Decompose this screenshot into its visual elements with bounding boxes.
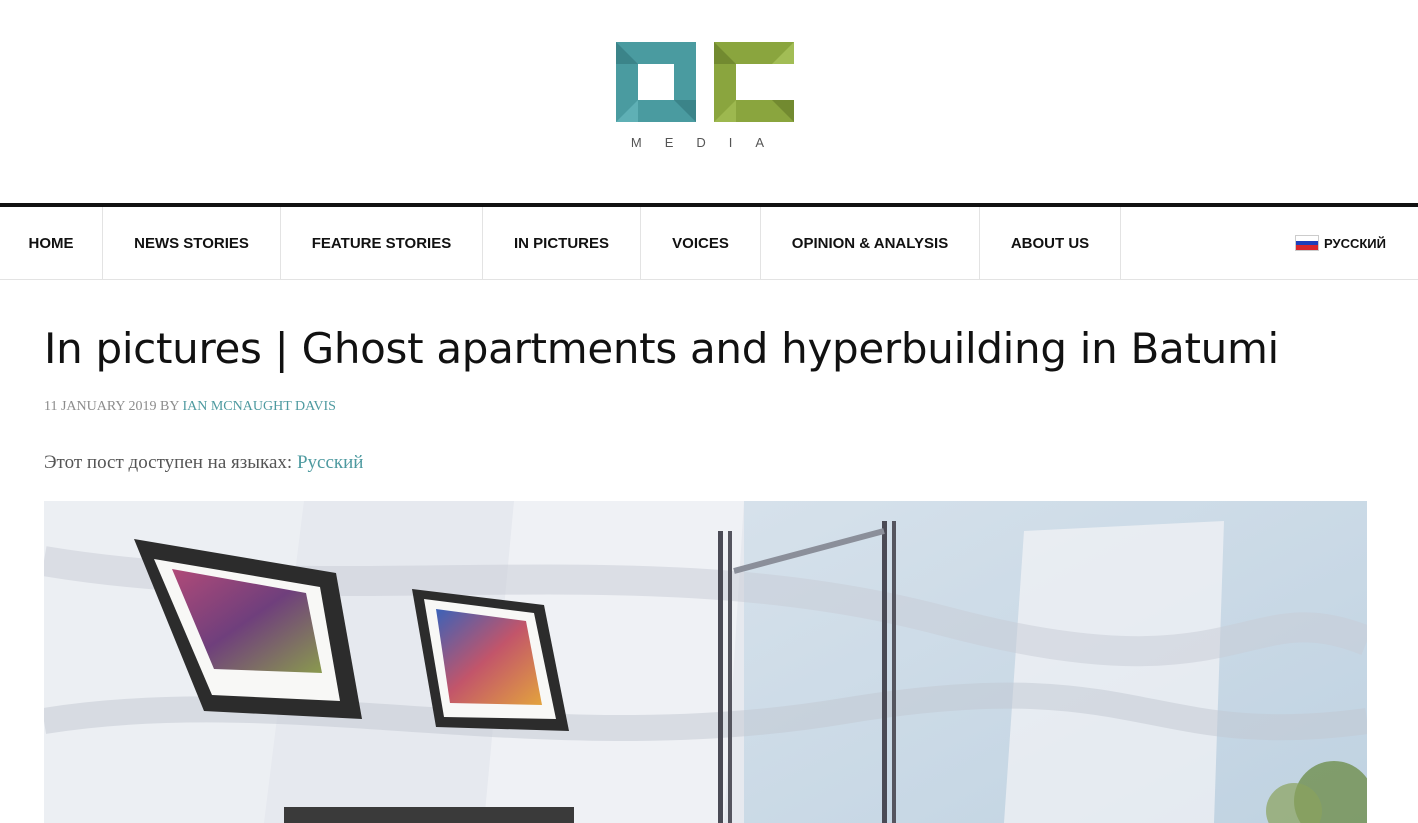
language-availability: Этот пост доступен на языках: Русский xyxy=(44,452,363,474)
main-navigation: HOME NEWS STORIES FEATURE STORIES IN PIC… xyxy=(0,207,1418,280)
language-switcher[interactable]: РУССКИЙ xyxy=(1295,207,1386,279)
logo-subtitle: MEDIA xyxy=(630,135,788,150)
featured-image xyxy=(44,501,1367,823)
nav-item-opinion-analysis[interactable]: OPINION & ANALYSIS xyxy=(761,207,980,279)
site-header: MEDIA xyxy=(0,0,1418,203)
russia-flag-icon xyxy=(1295,235,1319,251)
article-title: In pictures | Ghost apartments and hyper… xyxy=(44,324,1279,373)
article-meta: 11 JANUARY 2019 BY IAN MCNAUGHT DAVIS xyxy=(44,399,336,415)
oc-media-logo[interactable]: MEDIA xyxy=(614,40,798,155)
nav-item-voices[interactable]: VOICES xyxy=(641,207,761,279)
featured-photo xyxy=(44,501,1367,823)
russian-version-link[interactable]: Русский xyxy=(297,452,364,473)
article-date: 11 JANUARY 2019 xyxy=(44,399,157,414)
logo-mark xyxy=(616,42,794,122)
nav-item-news-stories[interactable]: NEWS STORIES xyxy=(103,207,281,279)
nav-item-feature-stories[interactable]: FEATURE STORIES xyxy=(281,207,483,279)
nav-item-home[interactable]: HOME xyxy=(0,207,103,279)
author-link[interactable]: IAN MCNAUGHT DAVIS xyxy=(182,399,336,414)
nav-item-in-pictures[interactable]: IN PICTURES xyxy=(483,207,641,279)
article-by: BY xyxy=(160,399,179,414)
nav-item-about-us[interactable]: ABOUT US xyxy=(980,207,1121,279)
language-label: РУССКИЙ xyxy=(1324,235,1386,251)
language-notice: Этот пост доступен на языках: xyxy=(44,452,293,473)
